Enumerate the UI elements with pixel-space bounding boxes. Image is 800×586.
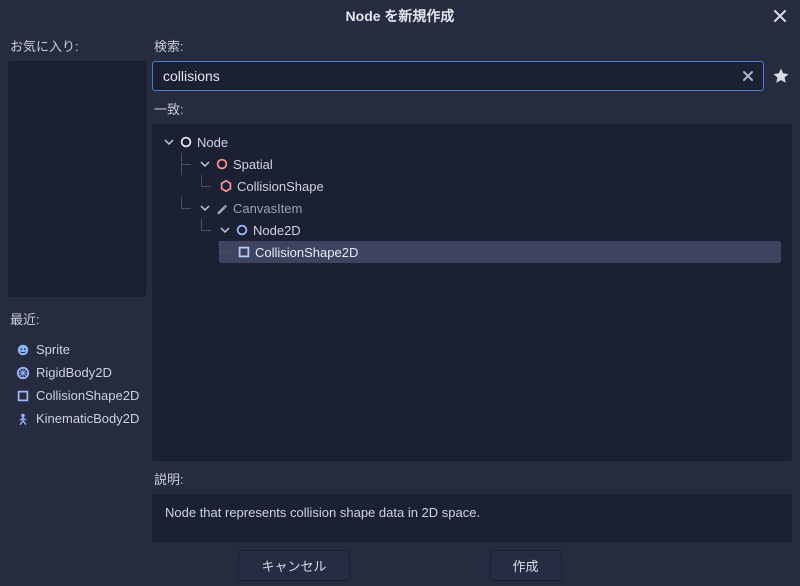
description-panel: Node that represents collision shape dat… [152, 494, 792, 542]
favorites-panel [8, 61, 146, 297]
tree-item-label: CanvasItem [233, 201, 302, 216]
tree-item-label: Node [197, 135, 228, 150]
chevron-down-icon [163, 136, 175, 148]
recent-item-sprite[interactable]: Sprite [12, 338, 142, 361]
close-icon [742, 70, 754, 82]
star-icon [772, 67, 790, 85]
tree-item-node2d[interactable]: Node2D [201, 219, 787, 241]
recent-item-label: KinematicBody2D [36, 411, 139, 426]
close-icon [773, 9, 787, 23]
tree-item-node[interactable]: Node [163, 131, 787, 153]
collisionshape-icon [219, 179, 233, 193]
collisionshape2d-icon [237, 245, 251, 259]
tree-connector [201, 219, 215, 241]
collisionshape2d-icon [16, 389, 30, 403]
recent-label: 最近: [10, 309, 144, 328]
close-button[interactable] [770, 6, 790, 26]
recent-item-label: CollisionShape2D [36, 388, 139, 403]
canvasitem-icon [215, 201, 229, 215]
recent-item-collisionshape2d[interactable]: CollisionShape2D [12, 384, 142, 407]
kinematic-icon [16, 412, 30, 426]
tree-item-spatial[interactable]: Spatial [181, 153, 787, 175]
tree-item-collisionshape[interactable]: CollisionShape [201, 175, 787, 197]
tree-item-label: CollisionShape2D [255, 245, 358, 260]
chevron-down-icon [199, 202, 211, 214]
description-text: Node that represents collision shape dat… [165, 505, 480, 520]
dialog-title: Node を新規作成 [346, 6, 455, 26]
chevron-down-icon [219, 224, 231, 236]
recent-item-rigidbody2d[interactable]: RigidBody2D [12, 361, 142, 384]
recent-item-kinematicbody2d[interactable]: KinematicBody2D [12, 407, 142, 430]
tree-connector [201, 175, 215, 197]
clear-search-button[interactable] [739, 67, 757, 85]
spatial-icon [215, 157, 229, 171]
rigidbody-icon [16, 366, 30, 380]
matches-tree: Node Spatial CollisionShape [152, 124, 792, 461]
node2d-icon [235, 223, 249, 237]
create-button[interactable]: 作成 [490, 550, 562, 581]
recent-item-label: RigidBody2D [36, 365, 112, 380]
tree-connector [181, 197, 195, 219]
recent-item-label: Sprite [36, 342, 70, 357]
sprite-icon [16, 343, 30, 357]
tree-item-canvasitem[interactable]: CanvasItem [181, 197, 787, 219]
tree-item-label: CollisionShape [237, 179, 324, 194]
tree-connector [219, 241, 233, 263]
search-input[interactable] [163, 68, 739, 84]
tree-item-label: Spatial [233, 157, 273, 172]
tree-item-label: Node2D [253, 223, 301, 238]
favorites-label: お気に入り: [10, 36, 144, 55]
search-field-wrap [152, 61, 764, 91]
chevron-down-icon [199, 158, 211, 170]
tree-connector [181, 153, 195, 175]
recent-list: Sprite RigidBody2D CollisionShape2D Kine… [8, 334, 146, 434]
tree-item-collisionshape2d[interactable]: CollisionShape2D [219, 241, 781, 263]
favorite-toggle-button[interactable] [770, 67, 792, 85]
search-label: 検索: [154, 36, 790, 55]
cancel-button[interactable]: キャンセル [238, 550, 349, 581]
matches-label: 一致: [154, 99, 790, 118]
description-label: 説明: [154, 469, 790, 488]
node-icon [179, 135, 193, 149]
